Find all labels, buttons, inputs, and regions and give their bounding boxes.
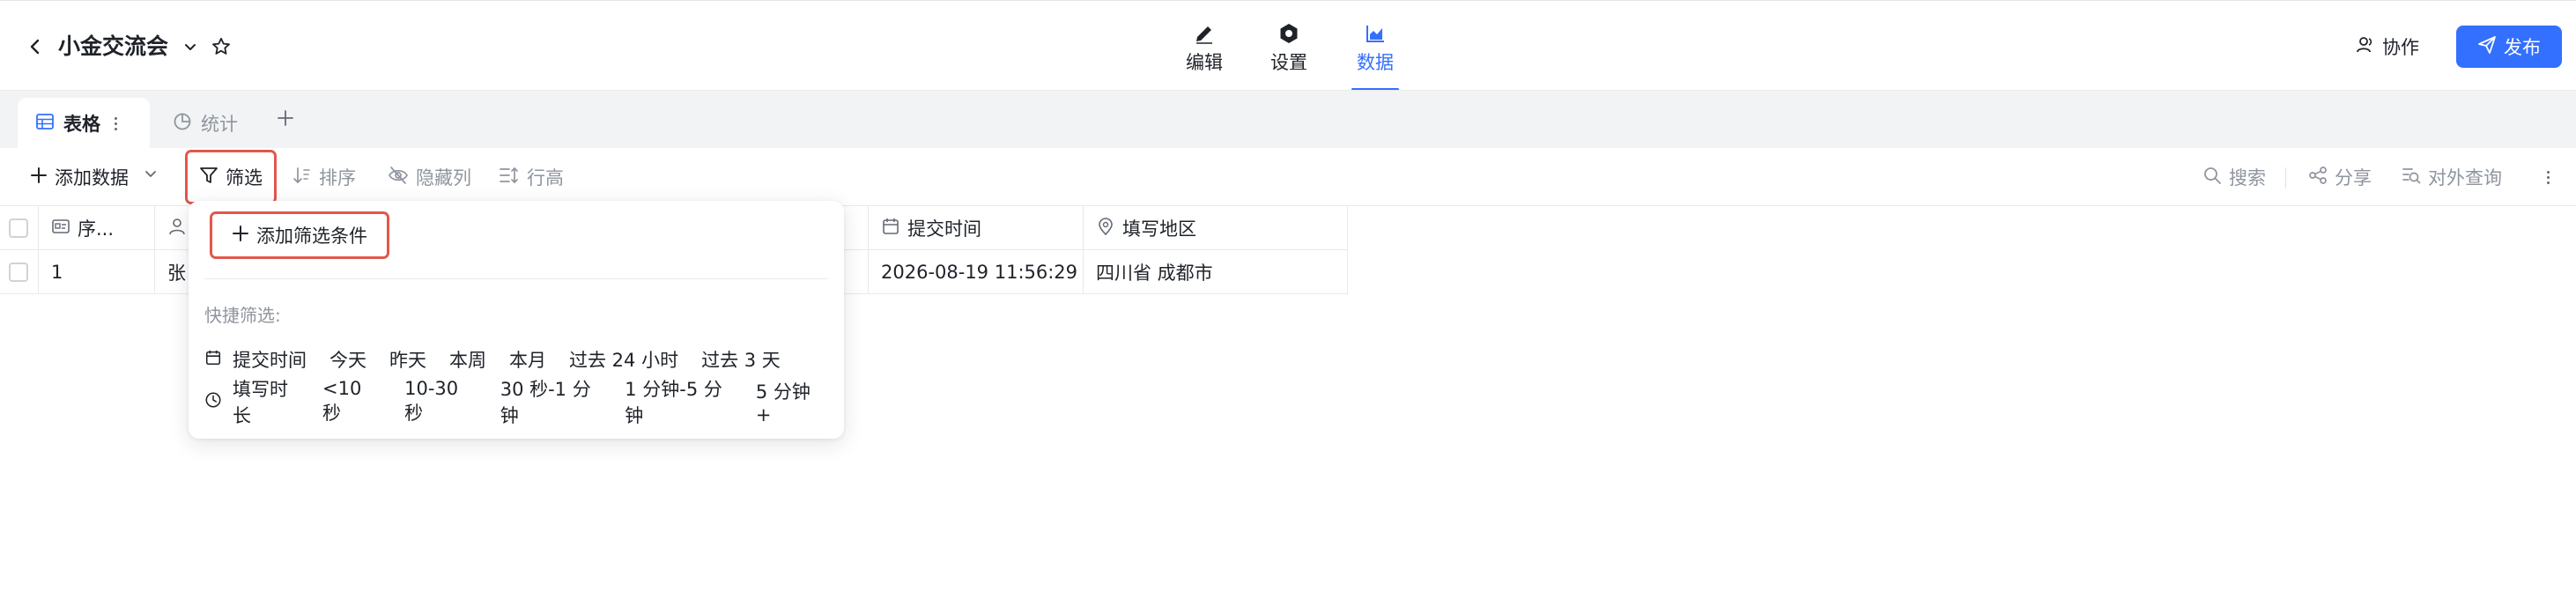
plus-icon <box>232 225 249 247</box>
query-icon <box>2402 166 2421 189</box>
more-options-icon[interactable] <box>2537 159 2558 196</box>
quick-filter-option[interactable]: 本周 <box>449 346 486 373</box>
collaborate-label: 协作 <box>2382 37 2419 58</box>
share-button[interactable]: 分享 <box>2308 159 2372 196</box>
search-button[interactable]: 搜索 <box>2202 159 2266 196</box>
id-card-icon <box>51 217 70 240</box>
location-pin-icon <box>1096 217 1115 240</box>
quick-filter-option[interactable]: 5 分钟+ <box>756 378 821 426</box>
quick-filter-field-label: 提交时间 <box>233 350 307 371</box>
add-data-button[interactable]: 添加数据 <box>30 159 129 196</box>
filter-label: 筛选 <box>226 167 263 189</box>
quick-filter-label: 快捷筛选: <box>204 305 281 326</box>
table-icon <box>35 112 55 136</box>
calendar-icon <box>204 349 222 371</box>
row-checkbox[interactable] <box>0 250 39 294</box>
quick-filter-row-submit-time: 提交时间 今天 昨天 本周 本月 过去 24 小时 过去 3 天 <box>204 342 803 377</box>
calendar-icon <box>881 217 900 240</box>
tab-edit-label: 编辑 <box>1186 52 1223 73</box>
quick-filter-row-duration: 填写时长 <10 秒 10-30 秒 30 秒-1 分钟 1 分钟-5 分钟 5… <box>204 378 844 426</box>
filter-button[interactable]: 筛选 <box>185 150 277 204</box>
column-header-seq[interactable]: 序... <box>39 206 155 250</box>
clock-icon <box>204 391 222 413</box>
tab-settings[interactable]: 设置 <box>1265 18 1313 89</box>
tab-data-label: 数据 <box>1357 52 1394 73</box>
back-arrow-icon[interactable] <box>19 31 51 63</box>
quick-filter-field-label: 填写时长 <box>233 379 288 426</box>
column-header-submit-time[interactable]: 提交时间 <box>869 206 1084 250</box>
add-data-label: 添加数据 <box>55 167 129 189</box>
view-tab-stats-label: 统计 <box>201 114 238 135</box>
column-header-submit-time-label: 提交时间 <box>907 218 981 240</box>
quick-filter-field: 提交时间 <box>204 346 307 373</box>
filter-popover: 添加筛选条件 快捷筛选: 提交时间 今天 昨天 本周 本月 过去 24 小时 过… <box>189 201 844 439</box>
quick-filter-option[interactable]: 本月 <box>509 346 546 373</box>
filter-icon <box>199 166 218 189</box>
quick-filter-field: 填写时长 <box>204 375 300 428</box>
column-header-seq-label: 序... <box>78 218 115 240</box>
quick-filter-option[interactable]: 今天 <box>329 346 366 373</box>
pencil-icon <box>1193 18 1216 48</box>
row-height-icon <box>499 166 520 189</box>
form-title[interactable]: 小金交流会 <box>58 31 168 63</box>
quick-filter-option[interactable]: 1 分钟-5 分钟 <box>625 375 733 428</box>
quick-filter-option[interactable]: 30 秒-1 分钟 <box>500 375 603 428</box>
popover-divider <box>204 278 828 279</box>
view-tab-table[interactable]: 表格 <box>18 98 150 149</box>
sort-icon <box>292 166 312 189</box>
user-icon <box>167 217 187 240</box>
publish-button[interactable]: 发布 <box>2456 26 2562 68</box>
cell-seq: 1 <box>39 250 155 294</box>
user-icon <box>2356 35 2375 59</box>
share-label: 分享 <box>2335 167 2372 189</box>
plus-icon <box>30 166 48 189</box>
tab-edit[interactable]: 编辑 <box>1181 18 1228 89</box>
send-icon <box>2477 35 2497 59</box>
public-query-label: 对外查询 <box>2428 167 2502 189</box>
eye-off-icon <box>388 166 409 189</box>
quick-filter-option[interactable]: <10 秒 <box>322 378 381 426</box>
star-icon[interactable] <box>206 32 236 62</box>
chart-icon <box>1364 18 1387 48</box>
toolbar-divider <box>2285 167 2286 189</box>
publish-label: 发布 <box>2504 37 2541 58</box>
quick-filter-option[interactable]: 10-30 秒 <box>404 378 477 426</box>
view-tabs-bar: 表格 统计 <box>0 90 2576 149</box>
cell-region: 四川省 成都市 <box>1084 250 1348 294</box>
search-icon <box>2202 166 2222 189</box>
column-header-region[interactable]: 填写地区 <box>1084 206 1348 250</box>
more-vertical-icon[interactable] <box>115 116 117 130</box>
cell-submit-time: 2026-08-19 11:56:29 <box>869 250 1084 294</box>
hide-columns-label: 隐藏列 <box>416 167 471 189</box>
data-toolbar: 添加数据 筛选 排序 隐藏列 行高 搜索 分享 对外查询 <box>0 148 2576 206</box>
search-label: 搜索 <box>2229 167 2266 189</box>
add-view-icon[interactable] <box>270 102 301 134</box>
column-header-region-label: 填写地区 <box>1122 218 1196 240</box>
row-height-button[interactable]: 行高 <box>499 159 564 196</box>
select-all-checkbox[interactable] <box>0 206 39 250</box>
add-filter-condition-button[interactable]: 添加筛选条件 <box>210 211 389 259</box>
tab-data[interactable]: 数据 <box>1351 18 1399 91</box>
sort-button[interactable]: 排序 <box>292 159 356 196</box>
sort-label: 排序 <box>319 167 356 189</box>
pie-chart-icon <box>173 112 192 136</box>
share-icon <box>2308 166 2328 189</box>
gear-icon <box>1277 18 1300 48</box>
top-header: 小金交流会 编辑 设置 数据 协作 发布 <box>0 0 2576 91</box>
add-data-chevron-icon[interactable] <box>137 160 164 187</box>
quick-filter-option[interactable]: 过去 3 天 <box>701 346 781 373</box>
hide-columns-button[interactable]: 隐藏列 <box>388 159 471 196</box>
add-filter-condition-label: 添加筛选条件 <box>256 226 367 247</box>
view-tab-table-label: 表格 <box>63 114 100 135</box>
public-query-button[interactable]: 对外查询 <box>2402 159 2502 196</box>
chevron-down-icon[interactable] <box>176 33 204 61</box>
collaborate-button[interactable]: 协作 <box>2356 29 2419 64</box>
row-height-label: 行高 <box>527 167 564 189</box>
quick-filter-option[interactable]: 昨天 <box>389 346 426 373</box>
tab-settings-label: 设置 <box>1270 52 1307 73</box>
quick-filter-option[interactable]: 过去 24 小时 <box>569 346 678 373</box>
view-tab-stats[interactable]: 统计 <box>155 98 255 149</box>
